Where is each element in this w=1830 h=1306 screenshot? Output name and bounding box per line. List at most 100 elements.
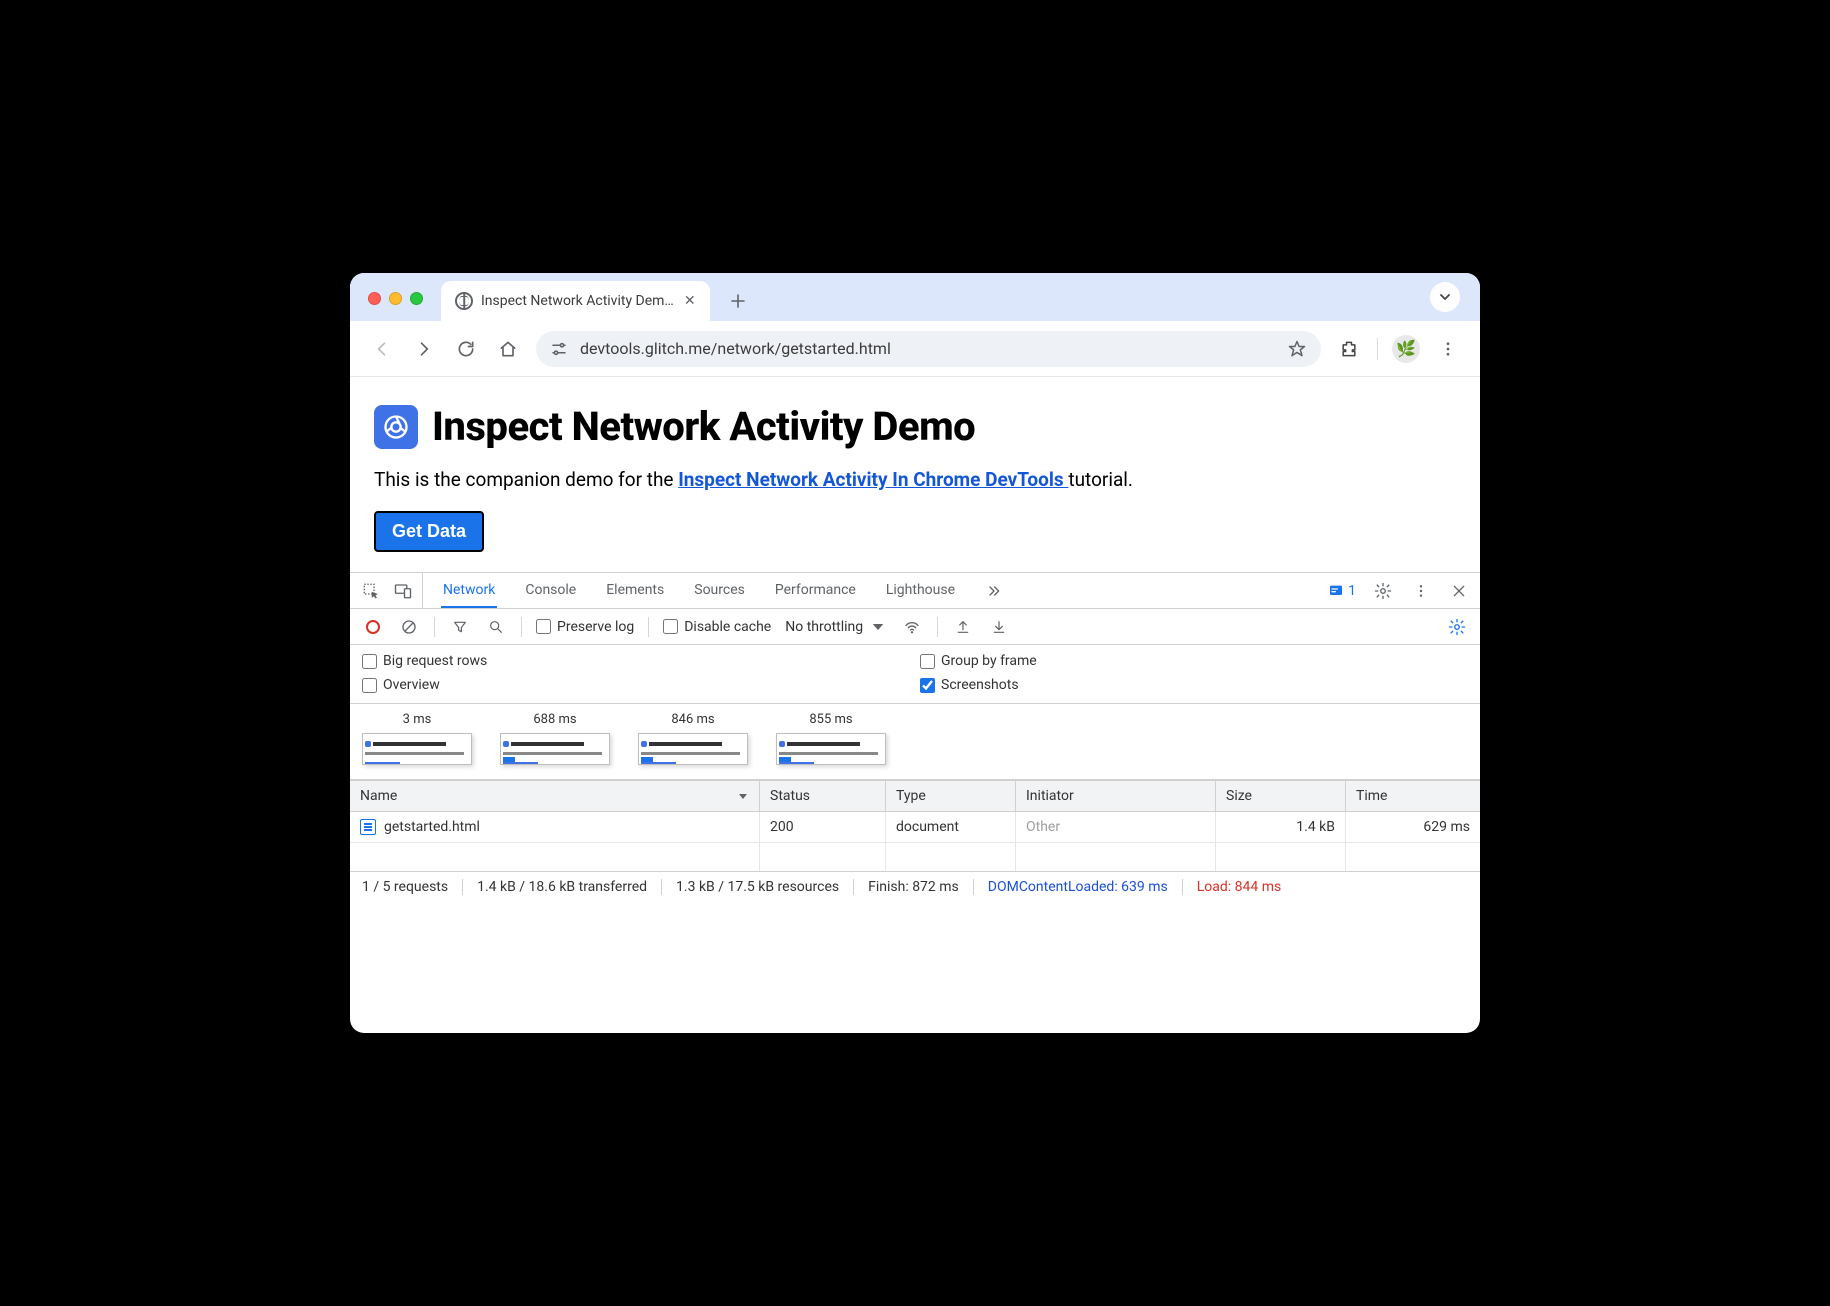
request-status: 200 [760,812,886,843]
document-icon [360,819,376,835]
col-status[interactable]: Status [760,781,886,811]
get-data-button[interactable]: Get Data [374,511,484,552]
more-tabs-icon[interactable] [983,580,1005,602]
issues-button[interactable]: 1 [1328,583,1356,599]
col-name[interactable]: Name [350,781,760,811]
screenshot-thumb[interactable]: 846 ms [638,712,748,765]
reload-button[interactable] [452,335,480,363]
thumbnail-icon [638,733,748,765]
device-toggle-icon[interactable] [392,580,414,602]
separator [937,617,938,637]
search-icon[interactable] [485,616,507,638]
separator [648,617,649,637]
group-by-frame-label: Group by frame [941,653,1037,669]
close-window-button[interactable] [368,292,381,305]
page-title: Inspect Network Activity Demo [432,403,975,450]
page-intro: This is the companion demo for the Inspe… [374,468,1456,491]
network-toolbar: Preserve log Disable cache No throttling [350,609,1480,645]
network-view-options: Big request rows Group by frame Overview… [350,645,1480,704]
separator [521,617,522,637]
overview-checkbox[interactable]: Overview [362,677,910,693]
screenshot-time: 3 ms [403,712,432,727]
forward-button[interactable] [410,335,438,363]
screenshots-checkbox[interactable]: Screenshots [920,677,1468,693]
screenshot-time: 846 ms [671,712,714,727]
separator [434,617,435,637]
home-button[interactable] [494,335,522,363]
bookmark-icon[interactable] [1287,339,1307,359]
big-rows-checkbox[interactable]: Big request rows [362,653,910,669]
preserve-log-label: Preserve log [557,619,634,635]
screenshot-thumb[interactable]: 3 ms [362,712,472,765]
page-logo-icon [374,405,418,449]
tab-performance[interactable]: Performance [773,573,858,608]
throttling-select[interactable]: No throttling [785,618,887,636]
tab-elements[interactable]: Elements [604,573,666,608]
upload-har-icon[interactable] [952,616,974,638]
disable-cache-checkbox[interactable]: Disable cache [663,619,771,635]
devtools-menu-icon[interactable] [1410,580,1432,602]
address-bar[interactable]: devtools.glitch.me/network/getstarted.ht… [536,331,1321,367]
globe-icon [455,292,473,310]
group-by-frame-checkbox[interactable]: Group by frame [920,653,1468,669]
back-button[interactable] [368,335,396,363]
tab-sources[interactable]: Sources [692,573,747,608]
screenshot-thumb[interactable]: 855 ms [776,712,886,765]
browser-tab[interactable]: Inspect Network Activity Dem… ✕ [441,281,710,321]
col-initiator[interactable]: Initiator [1016,781,1216,811]
status-requests: 1 / 5 requests [362,879,463,895]
screenshots-strip: 3 ms 688 ms 846 ms 855 ms [350,704,1480,780]
col-size[interactable]: Size [1216,781,1346,811]
url-text: devtools.glitch.me/network/getstarted.ht… [580,339,1275,358]
tabs-dropdown-button[interactable] [1430,282,1460,312]
download-har-icon[interactable] [988,616,1010,638]
devtools-panel: Network Console Elements Sources Perform… [350,573,1480,1033]
status-load: Load: 844 ms [1183,879,1295,895]
network-settings-icon[interactable] [1446,616,1468,638]
tab-console[interactable]: Console [523,573,578,608]
browser-window: Inspect Network Activity Dem… ✕ [350,273,1480,1033]
maximize-window-button[interactable] [410,292,423,305]
clear-button[interactable] [398,616,420,638]
settings-icon[interactable] [1372,580,1394,602]
table-empty-row [350,843,1480,871]
tab-lighthouse[interactable]: Lighthouse [884,573,957,608]
screenshot-thumb[interactable]: 688 ms [500,712,610,765]
disable-cache-label: Disable cache [684,619,771,635]
status-finish: Finish: 872 ms [854,879,974,895]
toolbar: devtools.glitch.me/network/getstarted.ht… [350,321,1480,377]
extensions-button[interactable] [1335,335,1363,363]
table-row[interactable]: getstarted.html 200 document Other 1.4 k… [350,812,1480,843]
screenshot-time: 688 ms [533,712,576,727]
tab-title: Inspect Network Activity Dem… [481,293,674,309]
tutorial-link[interactable]: Inspect Network Activity In Chrome DevTo… [678,468,1068,491]
thumbnail-icon [362,733,472,765]
site-info-icon[interactable] [550,340,568,358]
inspect-element-icon[interactable] [360,580,382,602]
titlebar: Inspect Network Activity Dem… ✕ [350,273,1480,321]
col-time[interactable]: Time [1346,781,1480,811]
network-table: Name Status Type Initiator Size Time get… [350,780,1480,871]
kebab-menu-button[interactable] [1434,335,1462,363]
issues-count: 1 [1348,583,1356,599]
table-header: Name Status Type Initiator Size Time [350,781,1480,812]
request-type: document [886,812,1016,843]
new-tab-button[interactable] [724,287,752,315]
window-controls [368,292,423,305]
close-devtools-icon[interactable] [1448,580,1470,602]
thumbnail-icon [776,733,886,765]
request-time: 629 ms [1346,812,1480,843]
network-conditions-icon[interactable] [901,616,923,638]
profile-avatar[interactable]: 🌿 [1392,335,1420,363]
filter-icon[interactable] [449,616,471,638]
sort-desc-icon [737,790,749,802]
minimize-window-button[interactable] [389,292,402,305]
record-button[interactable] [362,616,384,638]
tab-network[interactable]: Network [441,573,497,608]
preserve-log-checkbox[interactable]: Preserve log [536,619,634,635]
col-type[interactable]: Type [886,781,1016,811]
throttling-value: No throttling [785,619,863,635]
close-tab-icon[interactable]: ✕ [682,291,698,311]
intro-prefix: This is the companion demo for the [374,468,678,491]
status-domcontentloaded: DOMContentLoaded: 639 ms [974,879,1183,895]
